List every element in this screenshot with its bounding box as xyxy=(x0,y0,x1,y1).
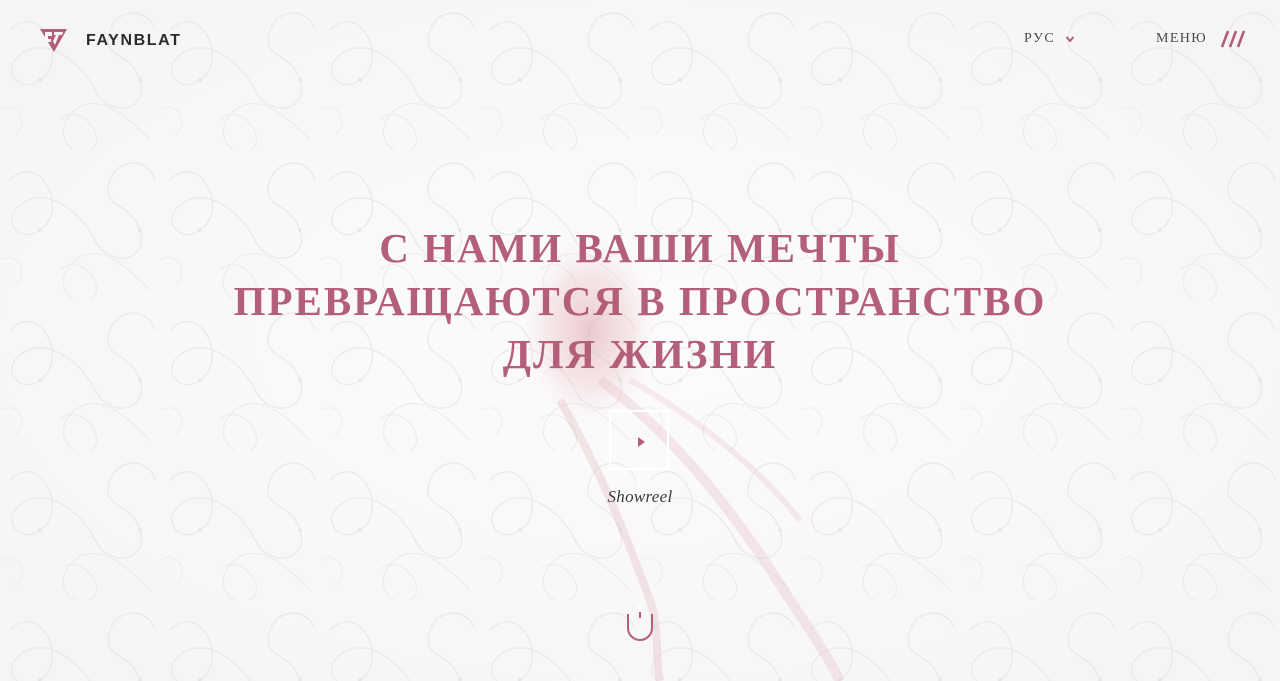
hero-line-2: ПРЕВРАЩАЮТСЯ В ПРОСТРАНСТВО xyxy=(233,278,1047,324)
hero-heading: С НАМИ ВАШИ МЕЧТЫ ПРЕВРАЩАЮТСЯ В ПРОСТРА… xyxy=(140,222,1140,381)
showreel-play-button[interactable] xyxy=(609,410,669,470)
logo-link[interactable]: FAYNBLAT xyxy=(40,29,181,52)
language-selector[interactable]: РУС xyxy=(1024,31,1075,47)
showreel-label[interactable]: Showreel xyxy=(560,487,720,507)
decorative-divider xyxy=(639,178,640,208)
hero-line-3: ДЛЯ ЖИЗНИ xyxy=(502,331,778,377)
hero-line-1: С НАМИ ВАШИ МЕЧТЫ xyxy=(379,225,901,271)
scroll-down-icon[interactable] xyxy=(626,604,654,642)
chevron-down-icon xyxy=(1065,36,1075,43)
play-icon xyxy=(638,437,645,447)
faynblat-logo-icon xyxy=(40,29,67,52)
menu-label: МЕНЮ xyxy=(1156,31,1208,46)
language-label: РУС xyxy=(1024,31,1056,46)
menu-button[interactable]: МЕНЮ xyxy=(1156,30,1246,48)
brand-name: FAYNBLAT xyxy=(86,31,182,49)
site-header: FAYNBLAT РУС МЕНЮ xyxy=(0,0,1280,80)
hamburger-slashes-icon xyxy=(1221,30,1246,48)
play-button-stem xyxy=(639,470,640,488)
